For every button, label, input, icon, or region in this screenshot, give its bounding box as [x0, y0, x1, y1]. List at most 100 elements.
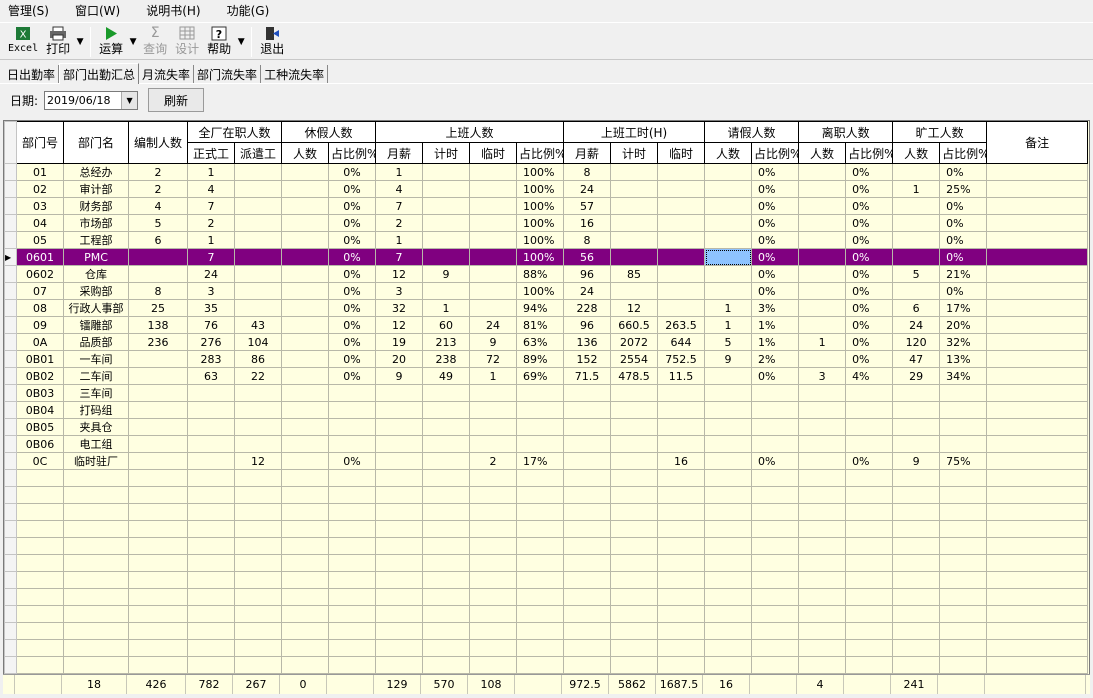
table-cell[interactable] [233, 265, 283, 283]
table-row[interactable]: 0602 仓库 24 0% 12 9 88% 96 85 0% 0% 5 21% [4, 265, 1089, 283]
row-indicator[interactable] [4, 571, 17, 589]
table-cell[interactable] [375, 605, 424, 623]
table-cell[interactable] [233, 214, 283, 232]
table-cell[interactable] [704, 197, 753, 215]
table-cell[interactable] [187, 520, 235, 538]
table-cell[interactable] [939, 656, 988, 674]
table-cell[interactable] [657, 537, 706, 555]
col-leave-ratio[interactable]: 占比例% [328, 142, 377, 164]
table-cell[interactable] [422, 639, 471, 657]
table-cell[interactable] [516, 656, 565, 674]
table-cell[interactable] [939, 418, 988, 436]
table-cell[interactable]: 0% [328, 333, 377, 351]
table-cell[interactable]: 20 [375, 350, 424, 368]
table-cell[interactable] [422, 486, 471, 504]
table-cell[interactable] [986, 367, 1089, 385]
row-indicator[interactable] [4, 350, 17, 368]
table-cell[interactable] [375, 571, 424, 589]
table-cell[interactable] [657, 486, 706, 504]
table-cell[interactable] [657, 520, 706, 538]
table-cell[interactable] [892, 537, 941, 555]
table-cell[interactable] [281, 639, 330, 657]
table-cell[interactable] [563, 520, 612, 538]
table-cell[interactable] [610, 605, 659, 623]
table-cell[interactable] [281, 588, 330, 606]
table-cell[interactable]: 0% [845, 180, 894, 198]
table-cell[interactable] [610, 452, 659, 470]
table-cell[interactable] [422, 622, 471, 640]
table-cell[interactable] [63, 588, 129, 606]
table-cell[interactable] [751, 605, 800, 623]
table-cell[interactable] [187, 639, 235, 657]
table-cell[interactable] [610, 469, 659, 487]
design-button[interactable]: 设计 [171, 23, 203, 59]
row-indicator[interactable] [4, 180, 17, 198]
table-cell[interactable] [892, 571, 941, 589]
table-cell[interactable] [128, 520, 188, 538]
table-cell[interactable] [986, 435, 1089, 453]
tab-dept-turnover[interactable]: 部门流失率 [194, 65, 262, 83]
table-cell[interactable] [563, 384, 612, 402]
tab-monthly-turnover[interactable]: 月流失率 [139, 65, 195, 83]
table-cell[interactable] [986, 520, 1089, 538]
table-cell[interactable] [845, 503, 894, 521]
table-cell[interactable] [63, 656, 129, 674]
table-cell[interactable] [751, 418, 800, 436]
table-cell[interactable]: 0% [328, 282, 377, 300]
table-cell[interactable] [187, 605, 235, 623]
table-cell[interactable] [657, 214, 706, 232]
table-cell[interactable] [233, 469, 283, 487]
col-onjob-formal[interactable]: 正式工 [187, 142, 235, 164]
col-dept-name[interactable]: 部门名 [63, 121, 129, 164]
table-cell[interactable] [516, 554, 565, 572]
table-cell[interactable] [563, 486, 612, 504]
table-cell[interactable]: 34% [939, 367, 988, 385]
table-row[interactable]: 07 采购部 8 3 0% 3 100% 24 0% 0% 0% [4, 282, 1089, 300]
table-cell[interactable] [751, 520, 800, 538]
table-cell[interactable] [939, 537, 988, 555]
table-cell[interactable]: 0% [845, 231, 894, 249]
table-cell[interactable] [657, 469, 706, 487]
print-button[interactable]: 打印 [42, 23, 74, 59]
table-cell[interactable]: 04 [16, 214, 64, 232]
table-cell[interactable]: 32% [939, 333, 988, 351]
table-cell[interactable] [892, 248, 941, 266]
col-resign-ratio[interactable]: 占比例% [845, 142, 894, 164]
table-cell[interactable] [939, 384, 988, 402]
table-cell[interactable] [187, 622, 235, 640]
chevron-down-icon[interactable]: ▼ [121, 91, 138, 109]
table-row[interactable] [4, 469, 1089, 487]
table-cell[interactable] [422, 180, 471, 198]
table-cell[interactable] [328, 639, 377, 657]
table-cell[interactable]: 89% [516, 350, 565, 368]
table-cell[interactable] [375, 537, 424, 555]
table-cell[interactable] [704, 588, 753, 606]
table-cell[interactable]: 4 [375, 180, 424, 198]
table-cell[interactable] [328, 605, 377, 623]
row-indicator[interactable] [4, 588, 17, 606]
table-cell[interactable] [939, 401, 988, 419]
query-button[interactable]: Σ 查询 [139, 23, 171, 59]
table-cell[interactable]: 24 [469, 316, 518, 334]
table-row[interactable]: 0B04 打码组 [4, 401, 1089, 419]
table-cell[interactable] [657, 639, 706, 657]
table-cell[interactable] [986, 503, 1089, 521]
table-cell[interactable]: 0% [328, 299, 377, 317]
table-cell[interactable] [751, 622, 800, 640]
table-cell[interactable]: 2 [187, 214, 235, 232]
menu-manual[interactable]: 说明书(H) [146, 2, 200, 19]
table-cell[interactable] [704, 180, 753, 198]
table-cell[interactable]: 市场部 [63, 214, 129, 232]
table-cell[interactable]: 0% [328, 265, 377, 283]
table-cell[interactable] [798, 469, 847, 487]
table-cell[interactable] [986, 537, 1089, 555]
table-cell[interactable] [892, 384, 941, 402]
table-cell[interactable]: 0% [939, 214, 988, 232]
table-cell[interactable] [751, 537, 800, 555]
table-cell[interactable] [657, 384, 706, 402]
table-cell[interactable]: PMC [63, 248, 129, 266]
table-cell[interactable]: 8 [128, 282, 188, 300]
table-cell[interactable] [233, 163, 283, 181]
table-row[interactable]: 0B06 电工组 [4, 435, 1089, 453]
table-cell[interactable] [704, 367, 753, 385]
